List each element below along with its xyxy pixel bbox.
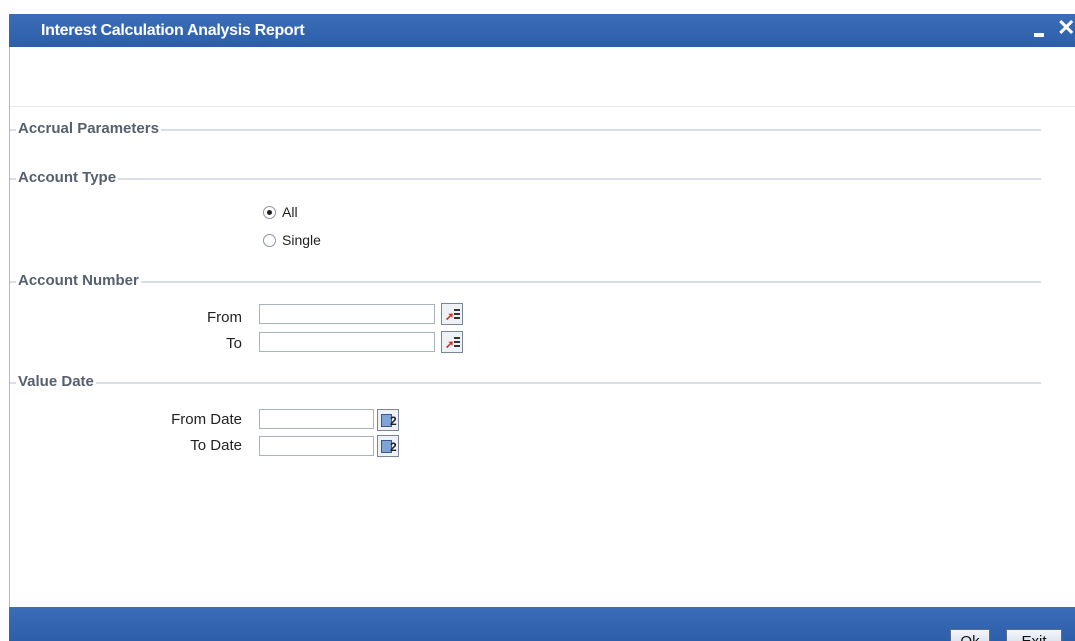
minimize-button[interactable] [1030,22,1052,40]
to-date-input[interactable] [259,436,374,456]
radio-all-icon[interactable] [263,205,276,219]
title-bar[interactable]: Interest Calculation Analysis Report ✕ [9,14,1075,47]
exit-button[interactable]: Exit [1006,629,1062,641]
section-divider [10,129,1041,131]
account-from-lov-button[interactable]: ➚ [441,303,463,325]
radio-single[interactable]: Single [263,230,321,250]
radio-all[interactable]: All [263,202,298,222]
list-of-values-icon [454,309,460,320]
footer-bar: Ok Exit [9,607,1075,641]
from-date-label: From Date [171,411,242,428]
section-title: Accrual Parameters [16,120,161,137]
account-to-lov-button[interactable]: ➚ [441,331,463,353]
toolbar-strip [10,47,1075,107]
close-button[interactable]: ✕ [1057,15,1075,41]
section-account-number: Account Number [10,272,1050,292]
to-date-label: To Date [190,437,242,454]
section-title: Account Number [16,272,141,289]
radio-single-icon[interactable] [263,233,276,247]
section-value-date: Value Date [10,373,1050,393]
section-title: Account Type [16,169,119,186]
ok-button[interactable]: Ok [950,629,990,641]
section-divider [10,281,1041,283]
radio-single-label: Single [282,232,321,248]
calendar-number-icon: 2 [390,440,397,454]
radio-all-label: All [282,204,298,220]
section-account-type: Account Type [10,169,1050,189]
section-divider [10,382,1041,384]
window-title: Interest Calculation Analysis Report [41,22,305,39]
report-window: Interest Calculation Analysis Report ✕ A… [9,14,1075,641]
to-date-calendar-button[interactable]: 2 [377,435,399,457]
account-to-label: To [226,335,242,352]
account-from-label: From [207,309,242,326]
section-accrual-parameters: Accrual Parameters [10,120,1050,140]
account-from-input[interactable] [259,304,435,324]
lov-arrow-icon: ➚ [445,311,455,323]
from-date-calendar-button[interactable]: 2 [377,409,399,431]
account-to-input[interactable] [259,332,435,352]
section-divider [10,178,1041,180]
form-body: Accrual Parameters Account Type All Sing… [9,47,1075,607]
lov-arrow-icon: ➚ [445,339,455,351]
list-of-values-icon [454,337,460,348]
from-date-input[interactable] [259,409,374,429]
calendar-number-icon: 2 [390,414,397,428]
section-title: Value Date [16,373,96,390]
